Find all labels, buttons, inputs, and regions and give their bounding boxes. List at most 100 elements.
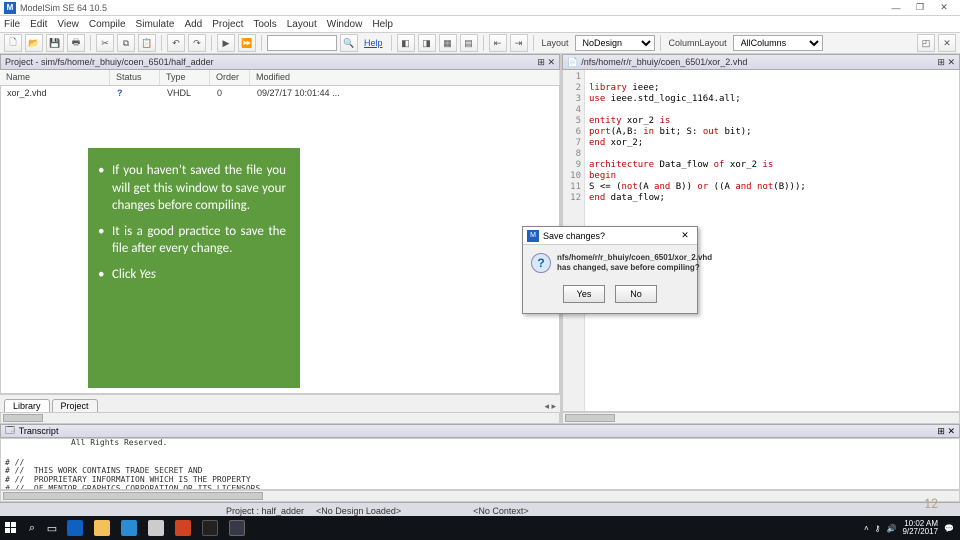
menu-help[interactable]: Help xyxy=(372,19,393,30)
separator xyxy=(533,35,534,51)
tb-icon[interactable]: ◨ xyxy=(418,34,436,52)
scrollbar[interactable] xyxy=(0,412,560,424)
separator xyxy=(483,35,484,51)
tb-icon[interactable]: ▦ xyxy=(439,34,457,52)
print-icon[interactable]: 🖶 xyxy=(67,34,85,52)
col-modified[interactable]: Modified xyxy=(250,70,560,85)
cell-type: VHDL xyxy=(161,88,211,98)
tb-icon[interactable]: ▤ xyxy=(460,34,478,52)
tray-chevron-icon[interactable]: ˄ xyxy=(864,524,869,533)
menu-file[interactable]: File xyxy=(4,19,20,30)
tray-volume-icon[interactable]: 🔊 xyxy=(886,524,896,533)
separator xyxy=(391,35,392,51)
menu-add[interactable]: Add xyxy=(184,19,202,30)
question-icon: ? xyxy=(531,253,551,273)
minimize-button[interactable]: — xyxy=(884,1,908,15)
menu-project[interactable]: Project xyxy=(212,19,243,30)
save-changes-dialog: M Save changes? ✕ ? nfs/home/r/r_bhuiy/c… xyxy=(522,226,698,314)
project-path: Project - sim/fs/home/r_bhuiy/coen_6501/… xyxy=(5,57,214,67)
editor-header: 📄 /nfs/home/r/r_bhuiy/coen_6501/xor_2.vh… xyxy=(562,54,960,70)
menu-simulate[interactable]: Simulate xyxy=(136,19,175,30)
task-modelsim[interactable] xyxy=(224,517,250,539)
dialog-title: Save changes? xyxy=(543,231,605,241)
task-terminal[interactable] xyxy=(197,517,223,539)
col-type[interactable]: Type xyxy=(160,70,210,85)
taskview-icon[interactable]: ▭ xyxy=(42,517,62,539)
tb-icon[interactable]: ⇥ xyxy=(510,34,528,52)
cell-modified: 09/27/17 10:01:44 ... xyxy=(251,88,346,98)
project-columns: Name Status Type Order Modified xyxy=(0,70,560,86)
tb-icon[interactable]: ✕ xyxy=(938,34,956,52)
instruction-callout: If you haven’t saved the file you will g… xyxy=(88,148,300,388)
titlebar: M ModelSim SE 64 10.5 — ❐ ✕ xyxy=(0,0,960,16)
tray-notifications-icon[interactable]: 💬 xyxy=(944,524,954,533)
dialog-titlebar[interactable]: M Save changes? ✕ xyxy=(523,227,697,245)
open-icon[interactable]: 📂 xyxy=(25,34,43,52)
menu-compile[interactable]: Compile xyxy=(89,19,126,30)
search-icon[interactable]: 🔍 xyxy=(340,34,358,52)
tb-icon[interactable]: ◰ xyxy=(917,34,935,52)
callout-bullet: Click Yes xyxy=(112,266,286,284)
scrollbar[interactable] xyxy=(0,490,960,502)
col-name[interactable]: Name xyxy=(0,70,110,85)
tb-icon[interactable]: ◧ xyxy=(397,34,415,52)
col-status[interactable]: Status xyxy=(110,70,160,85)
taskbar: ⌕ ▭ ˄ ⚷ 🔊 10:02 AM 9/27/2017 💬 xyxy=(0,516,960,540)
dialog-text: nfs/home/r/r_bhuiy/coen_6501/xor_2.vhd h… xyxy=(557,253,712,273)
scrollbar[interactable] xyxy=(562,412,960,424)
table-row[interactable]: xor_2.vhd ? VHDL 0 09/27/17 10:01:44 ... xyxy=(1,86,559,100)
tray-date: 9/27/2017 xyxy=(902,528,938,536)
transcript-header: 🗔 Transcript ⊞ ✕ xyxy=(0,424,960,438)
paste-icon[interactable]: 📋 xyxy=(138,34,156,52)
menu-edit[interactable]: Edit xyxy=(30,19,47,30)
status-project: Project : half_adder xyxy=(220,506,310,516)
no-button[interactable]: No xyxy=(615,285,657,303)
menubar: File Edit View Compile Simulate Add Proj… xyxy=(0,16,960,32)
new-icon[interactable]: 🗋 xyxy=(4,34,22,52)
copy-icon[interactable]: ⧉ xyxy=(117,34,135,52)
layout-select[interactable]: NoDesign xyxy=(575,35,655,51)
task-explorer[interactable] xyxy=(89,517,115,539)
search-icon[interactable]: ⌕ xyxy=(22,517,42,539)
col-order[interactable]: Order xyxy=(210,70,250,85)
tab-project[interactable]: Project xyxy=(52,399,98,412)
menu-window[interactable]: Window xyxy=(327,19,363,30)
dialog-logo-icon: M xyxy=(527,230,539,242)
task-powerpoint[interactable] xyxy=(170,517,196,539)
compile-icon[interactable]: ▶ xyxy=(217,34,235,52)
system-tray[interactable]: ˄ ⚷ 🔊 10:02 AM 9/27/2017 💬 xyxy=(864,520,960,536)
start-button[interactable] xyxy=(0,517,22,539)
tb-icon[interactable]: ⇤ xyxy=(489,34,507,52)
menu-view[interactable]: View xyxy=(57,19,79,30)
compile-all-icon[interactable]: ⏩ xyxy=(238,34,256,52)
menu-tools[interactable]: Tools xyxy=(253,19,276,30)
status-context: <No Context> xyxy=(467,506,535,516)
tray-network-icon[interactable]: ⚷ xyxy=(875,524,881,533)
task-store[interactable] xyxy=(143,517,169,539)
redo-icon[interactable]: ↷ xyxy=(188,34,206,52)
cut-icon[interactable]: ✂ xyxy=(96,34,114,52)
search-input[interactable] xyxy=(267,35,337,51)
tab-library[interactable]: Library xyxy=(4,399,50,412)
app-title: ModelSim SE 64 10.5 xyxy=(20,3,884,13)
menu-layout[interactable]: Layout xyxy=(287,19,317,30)
close-button[interactable]: ✕ xyxy=(932,1,956,15)
columnlayout-select[interactable]: AllColumns xyxy=(733,35,823,51)
separator xyxy=(211,35,212,51)
task-edge[interactable] xyxy=(62,517,88,539)
separator xyxy=(261,35,262,51)
save-icon[interactable]: 💾 xyxy=(46,34,64,52)
cell-order: 0 xyxy=(211,88,251,98)
callout-bullet: If you haven’t saved the file you will g… xyxy=(112,162,286,215)
separator xyxy=(161,35,162,51)
maximize-button[interactable]: ❐ xyxy=(908,1,932,15)
dialog-close-button[interactable]: ✕ xyxy=(677,230,693,241)
transcript-body[interactable]: All Rights Reserved. # // # // THIS WORK… xyxy=(0,438,960,490)
task-ie[interactable] xyxy=(116,517,142,539)
callout-bullet: It is a good practice to save the file a… xyxy=(112,223,286,258)
transcript-line: All Rights Reserved. xyxy=(71,439,167,448)
yes-button[interactable]: Yes xyxy=(563,285,605,303)
undo-icon[interactable]: ↶ xyxy=(167,34,185,52)
help-link[interactable]: Help xyxy=(364,38,383,48)
slide-number: 12 xyxy=(924,495,938,512)
